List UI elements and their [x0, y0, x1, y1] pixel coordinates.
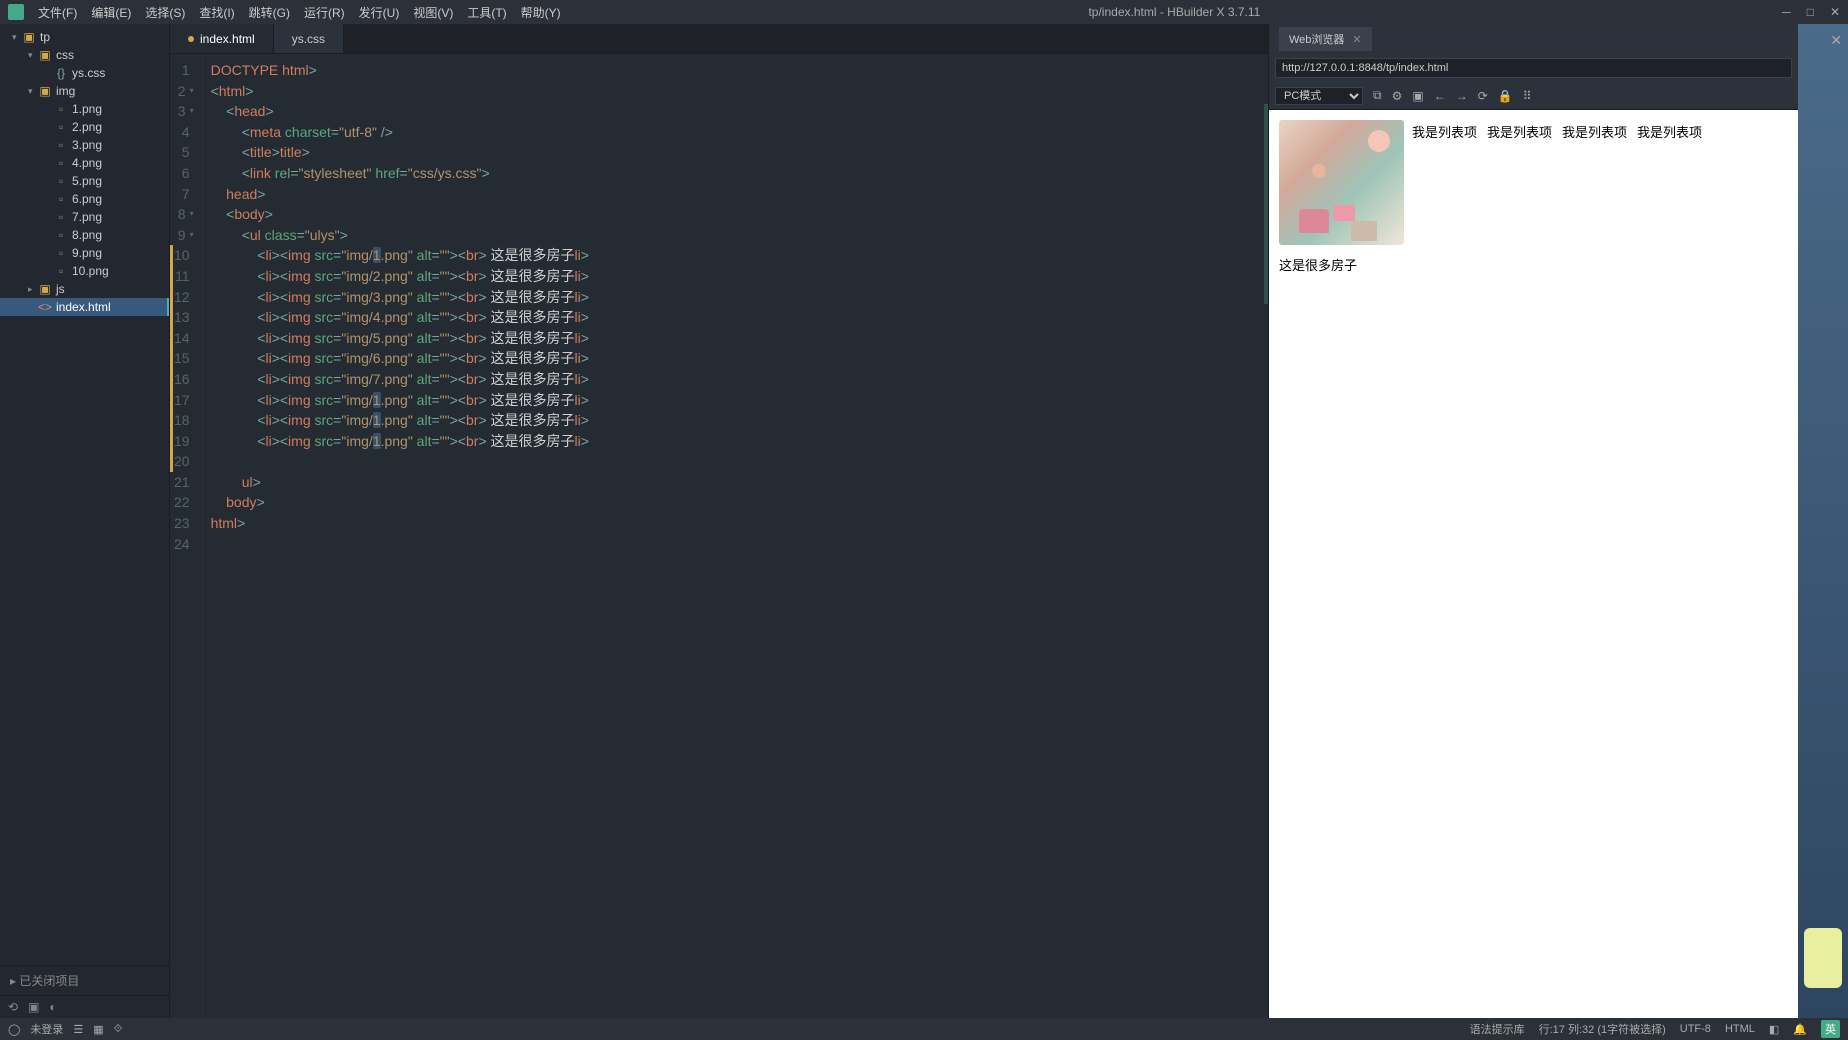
menu-view[interactable]: 视图(V) — [407, 2, 459, 23]
list-item: 我是列表项 — [1637, 122, 1702, 141]
tree-file-img[interactable]: ▫6.png — [0, 190, 169, 208]
file-explorer: ▾▣tp ▾▣css {}ys.css ▾▣img ▫1.png ▫2.png … — [0, 24, 170, 1018]
qr-icon[interactable]: ⠿ — [1523, 89, 1532, 103]
menu-file[interactable]: 文件(F) — [32, 2, 83, 23]
ime-status[interactable]: 英 — [1821, 1020, 1840, 1038]
tree-folder-js[interactable]: ▸▣js — [0, 280, 169, 298]
image-file-icon: ▫ — [54, 174, 68, 188]
lock-icon[interactable]: ◐ — [49, 1000, 56, 1014]
syntax-hint[interactable]: 语法提示库 — [1470, 1021, 1525, 1037]
folder-icon: ▣ — [38, 282, 52, 296]
image-file-icon: ▫ — [54, 138, 68, 152]
tree-file-img[interactable]: ▫4.png — [0, 154, 169, 172]
folder-icon: ▣ — [22, 30, 36, 44]
menu-run[interactable]: 运行(R) — [298, 2, 351, 23]
user-icon[interactable]: ◯ — [8, 1023, 20, 1036]
image-file-icon: ▫ — [54, 228, 68, 242]
image-file-icon: ▫ — [54, 120, 68, 134]
tree-file-img[interactable]: ▫5.png — [0, 172, 169, 190]
preview-image — [1279, 120, 1404, 245]
line-gutter: 1 2▾3▾4 5 6 7 8▾9▾10 11 12 13 14 15 16 1… — [170, 54, 203, 1018]
title-bar: 文件(F) 编辑(E) 选择(S) 查找(I) 跳转(G) 运行(R) 发行(U… — [0, 0, 1848, 24]
tab-indexhtml[interactable]: index.html — [170, 24, 274, 53]
desktop-widget — [1804, 928, 1842, 988]
tree-file-index[interactable]: <>index.html — [0, 298, 169, 316]
desktop-strip: ✕ — [1798, 24, 1848, 1018]
image-file-icon: ▫ — [54, 246, 68, 260]
tree-folder-img[interactable]: ▾▣img — [0, 82, 169, 100]
list-item: 我是列表项 — [1487, 122, 1552, 141]
language-mode[interactable]: HTML — [1725, 1023, 1755, 1035]
back-icon[interactable]: ← — [1434, 89, 1446, 103]
tree-file-yscss[interactable]: {}ys.css — [0, 64, 169, 82]
close-icon[interactable]: ✕ — [1830, 5, 1840, 19]
image-file-icon: ▫ — [54, 210, 68, 224]
menu-publish[interactable]: 发行(U) — [353, 2, 406, 23]
lock-icon[interactable]: 🔒 — [1498, 89, 1513, 103]
sync-icon[interactable]: ⟲ — [8, 1000, 18, 1014]
tree-file-img[interactable]: ▫1.png — [0, 100, 169, 118]
minimize-icon[interactable]: ─ — [1782, 5, 1791, 19]
tree-file-img[interactable]: ▫3.png — [0, 136, 169, 154]
login-status[interactable]: 未登录 — [30, 1021, 63, 1037]
code-editor[interactable]: DOCTYPE html><html> <head> <meta charset… — [203, 54, 1268, 1018]
close-preview-icon[interactable]: ✕ — [1352, 33, 1361, 46]
tab-yscss[interactable]: ys.css — [274, 24, 344, 53]
bell-icon[interactable]: 🔔 — [1793, 1023, 1807, 1036]
window-title: tp/index.html - HBuilder X 3.7.11 — [567, 5, 1783, 19]
minimap-highlight — [1264, 104, 1268, 304]
image-file-icon: ▫ — [54, 192, 68, 206]
tree-folder-css[interactable]: ▾▣css — [0, 46, 169, 64]
tree-file-img[interactable]: ▫7.png — [0, 208, 169, 226]
link-icon[interactable]: ⟐ — [114, 1023, 123, 1036]
image-file-icon: ▫ — [54, 156, 68, 170]
new-window-icon[interactable]: ⧉ — [1373, 88, 1382, 103]
editor-tabs: index.html ys.css — [170, 24, 1268, 54]
menu-goto[interactable]: 跳转(G) — [243, 2, 296, 23]
preview-caption: 这是很多房子 — [1279, 255, 1404, 274]
message-icon[interactable]: ◧ — [1769, 1023, 1779, 1036]
closed-projects-section[interactable]: ▸ 已关闭项目 — [0, 965, 169, 995]
tree-file-img[interactable]: ▫2.png — [0, 118, 169, 136]
folder-icon: ▣ — [38, 48, 52, 62]
image-file-icon: ▫ — [54, 102, 68, 116]
tree-file-img[interactable]: ▫9.png — [0, 244, 169, 262]
list-icon[interactable]: ☰ — [73, 1023, 83, 1036]
menu-edit[interactable]: 编辑(E) — [85, 2, 137, 23]
terminal-icon[interactable]: ▣ — [28, 1000, 39, 1014]
screenshot-icon[interactable]: ▣ — [1412, 89, 1423, 103]
preview-url-input[interactable] — [1275, 58, 1792, 78]
folder-icon: ▣ — [38, 84, 52, 98]
grid-icon[interactable]: ▦ — [93, 1023, 103, 1036]
menu-bar: 文件(F) 编辑(E) 选择(S) 查找(I) 跳转(G) 运行(R) 发行(U… — [32, 2, 567, 23]
preview-tab[interactable]: Web浏览器✕ — [1279, 27, 1372, 51]
menu-tools[interactable]: 工具(T) — [461, 2, 512, 23]
refresh-icon[interactable]: ⟳ — [1478, 89, 1488, 103]
cursor-position: 行:17 列:32 (1字符被选择) — [1539, 1021, 1666, 1037]
tree-root[interactable]: ▾▣tp — [0, 28, 169, 46]
tree-file-img[interactable]: ▫10.png — [0, 262, 169, 280]
forward-icon[interactable]: → — [1456, 89, 1468, 103]
list-item: 我是列表项 — [1412, 122, 1477, 141]
unsaved-dot-icon — [188, 36, 194, 42]
app-logo-icon — [8, 4, 24, 20]
html-file-icon: <> — [38, 300, 52, 314]
preview-mode-select[interactable]: PC模式 — [1275, 87, 1363, 105]
image-file-icon: ▫ — [54, 264, 68, 278]
menu-select[interactable]: 选择(S) — [139, 2, 191, 23]
menu-find[interactable]: 查找(I) — [193, 2, 240, 23]
settings-icon[interactable]: ⚙ — [1392, 89, 1403, 103]
preview-content: 这是很多房子 我是列表项 我是列表项 我是列表项 我是列表项 — [1269, 110, 1798, 1018]
preview-panel: Web浏览器✕ PC模式 ⧉ ⚙ ▣ ← → ⟳ 🔒 ⠿ 这是很多房子 我是列表… — [1268, 24, 1798, 1018]
status-bar: ◯ 未登录 ☰ ▦ ⟐ 语法提示库 行:17 列:32 (1字符被选择) UTF… — [0, 1018, 1848, 1040]
editor-area: index.html ys.css 1 2▾3▾4 5 6 7 8▾9▾10 1… — [170, 24, 1268, 1018]
encoding[interactable]: UTF-8 — [1680, 1023, 1711, 1035]
css-file-icon: {} — [54, 66, 68, 80]
tree-file-img[interactable]: ▫8.png — [0, 226, 169, 244]
strip-close-icon[interactable]: ✕ — [1830, 32, 1842, 49]
maximize-icon[interactable]: □ — [1807, 5, 1814, 19]
menu-help[interactable]: 帮助(Y) — [515, 2, 567, 23]
list-item: 我是列表项 — [1562, 122, 1627, 141]
